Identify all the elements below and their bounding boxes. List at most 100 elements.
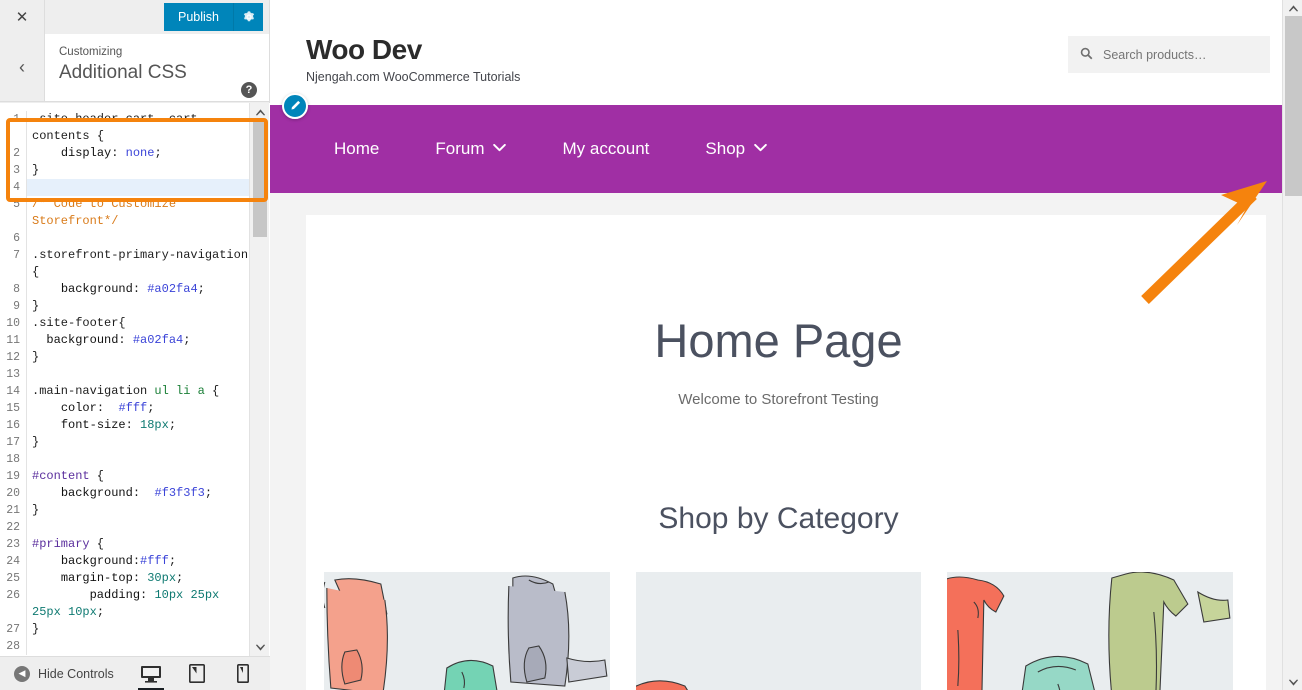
code-text[interactable]: margin-top: 30px; — [26, 570, 250, 587]
code-line[interactable]: 19 #content { — [0, 468, 250, 485]
code-text[interactable]: background: #a02fa4; — [26, 281, 250, 298]
code-line[interactable]: 2 display: none; — [0, 145, 250, 162]
code-text[interactable] — [26, 638, 250, 655]
nav-item-shop[interactable]: Shop — [677, 139, 795, 159]
css-editor[interactable]: 1 .site-header-cart .cart-contents {2 dis… — [0, 103, 270, 656]
code-line[interactable]: 25 margin-top: 30px; — [0, 570, 250, 587]
search-input[interactable] — [1101, 46, 1258, 63]
category-grid — [316, 572, 1241, 690]
code-line[interactable]: 11 background: #a02fa4; — [0, 332, 250, 349]
code-line[interactable]: 6 — [0, 230, 250, 247]
code-text[interactable]: background:#fff; — [26, 553, 250, 570]
code-text[interactable]: #content { — [26, 468, 250, 485]
code-text[interactable]: font-size: 18px; — [26, 417, 250, 434]
device-mobile-button[interactable] — [228, 659, 258, 689]
code-token: #primary — [32, 537, 90, 551]
chevron-down-icon[interactable] — [754, 143, 767, 155]
code-text[interactable]: .main-navigation ul li a { — [26, 383, 250, 400]
code-text[interactable]: } — [26, 349, 250, 366]
code-text[interactable]: .site-footer{ — [26, 315, 250, 332]
code-line[interactable]: 5 /* Code to Customize Storefront*/ — [0, 196, 250, 230]
scroll-down-icon[interactable] — [250, 638, 270, 656]
device-preview-group — [136, 659, 270, 690]
code-line[interactable]: 24 background:#fff; — [0, 553, 250, 570]
code-line[interactable]: 27} — [0, 621, 250, 638]
code-line[interactable]: 21} — [0, 502, 250, 519]
scrollbar-thumb[interactable] — [253, 122, 267, 237]
preview-scrollbar[interactable] — [1282, 0, 1302, 690]
code-token: } — [32, 503, 40, 517]
code-line[interactable]: 23 #primary { — [0, 536, 250, 553]
device-tablet-button[interactable] — [182, 659, 212, 689]
close-icon[interactable]: ✕ — [0, 0, 45, 34]
code-token: ; — [176, 571, 184, 585]
code-token: background — [32, 333, 119, 347]
scroll-up-icon[interactable] — [250, 103, 270, 121]
code-line[interactable]: 8 background: #a02fa4; — [0, 281, 250, 298]
code-text[interactable] — [26, 366, 250, 383]
code-text[interactable]: color: #fff; — [26, 400, 250, 417]
code-text[interactable]: } — [26, 502, 250, 519]
code-line[interactable]: 28 — [0, 638, 250, 655]
code-line[interactable]: 7 .storefront-primary-navigation { — [0, 247, 250, 281]
nav-item-forum[interactable]: Forum — [407, 139, 534, 159]
code-text[interactable]: .storefront-primary-navigation { — [26, 247, 250, 281]
code-line[interactable]: 17} — [0, 434, 250, 451]
code-token: #fff — [140, 554, 169, 568]
line-number: 24 — [6, 555, 20, 568]
code-text[interactable]: } — [26, 434, 250, 451]
gear-icon[interactable] — [233, 3, 263, 31]
code-text[interactable] — [26, 519, 250, 536]
category-card-2[interactable] — [635, 572, 922, 690]
code-text[interactable]: display: none; — [26, 145, 250, 162]
device-desktop-button[interactable] — [136, 659, 166, 690]
code-line[interactable]: 12} — [0, 349, 250, 366]
code-line[interactable]: 14 .main-navigation ul li a { — [0, 383, 250, 400]
code-line[interactable]: 22 — [0, 519, 250, 536]
code-line[interactable]: 4 — [0, 179, 250, 196]
code-text[interactable]: .site-header-cart .cart-contents { — [26, 111, 250, 145]
hide-controls-button[interactable]: ◀ Hide Controls — [0, 665, 114, 682]
code-line[interactable]: 13 — [0, 366, 250, 383]
page-title: Home Page — [654, 314, 903, 367]
code-text[interactable]: } — [26, 298, 250, 315]
preview-scroll-down-icon[interactable] — [1283, 674, 1302, 690]
code-line[interactable]: 10 .site-footer{ — [0, 315, 250, 332]
category-card-1[interactable] — [324, 572, 610, 690]
code-text[interactable]: } — [26, 162, 250, 179]
line-number: 28 — [6, 640, 20, 653]
code-line[interactable]: 15 color: #fff; — [0, 400, 250, 417]
code-text[interactable]: /* Code to Customize Storefront*/ — [26, 196, 250, 230]
preview-scrollbar-thumb[interactable] — [1285, 16, 1302, 196]
code-line[interactable]: 16 font-size: 18px; — [0, 417, 250, 434]
code-text[interactable] — [26, 179, 250, 196]
pencil-icon[interactable] — [282, 93, 308, 119]
back-button[interactable]: ‹ — [0, 34, 45, 101]
publish-button[interactable]: Publish — [164, 3, 233, 31]
code-text[interactable]: } — [26, 621, 250, 638]
chevron-down-icon[interactable] — [493, 143, 507, 155]
code-line[interactable]: 9} — [0, 298, 250, 315]
code-text[interactable]: padding: 10px 25px 25px 10px; — [26, 587, 250, 621]
code-token: { — [96, 129, 105, 143]
help-icon[interactable]: ? — [241, 82, 257, 98]
code-text[interactable] — [26, 451, 250, 468]
code-token: padding — [32, 588, 141, 602]
category-card-3[interactable] — [947, 572, 1234, 690]
code-text[interactable]: #primary { — [26, 536, 250, 553]
code-text[interactable]: background: #f3f3f3; — [26, 485, 250, 502]
code-line[interactable]: 26 padding: 10px 25px 25px 10px; — [0, 587, 250, 621]
nav-item-home[interactable]: Home — [306, 139, 407, 159]
code-line[interactable]: 1 .site-header-cart .cart-contents { — [0, 111, 250, 145]
code-line[interactable]: 20 background: #f3f3f3; — [0, 485, 250, 502]
nav-item-my-account[interactable]: My account — [534, 139, 677, 159]
code-text[interactable] — [26, 230, 250, 247]
preview-scroll-up-icon[interactable] — [1283, 0, 1302, 16]
css-code-area[interactable]: 1 .site-header-cart .cart-contents {2 dis… — [0, 111, 250, 656]
code-line[interactable]: 18 — [0, 451, 250, 468]
code-text[interactable]: background: #a02fa4; — [26, 332, 250, 349]
product-search-box[interactable] — [1068, 36, 1270, 73]
customizer-scrollbar[interactable] — [249, 103, 269, 656]
line-number: 9 — [13, 300, 20, 313]
code-line[interactable]: 3} — [0, 162, 250, 179]
